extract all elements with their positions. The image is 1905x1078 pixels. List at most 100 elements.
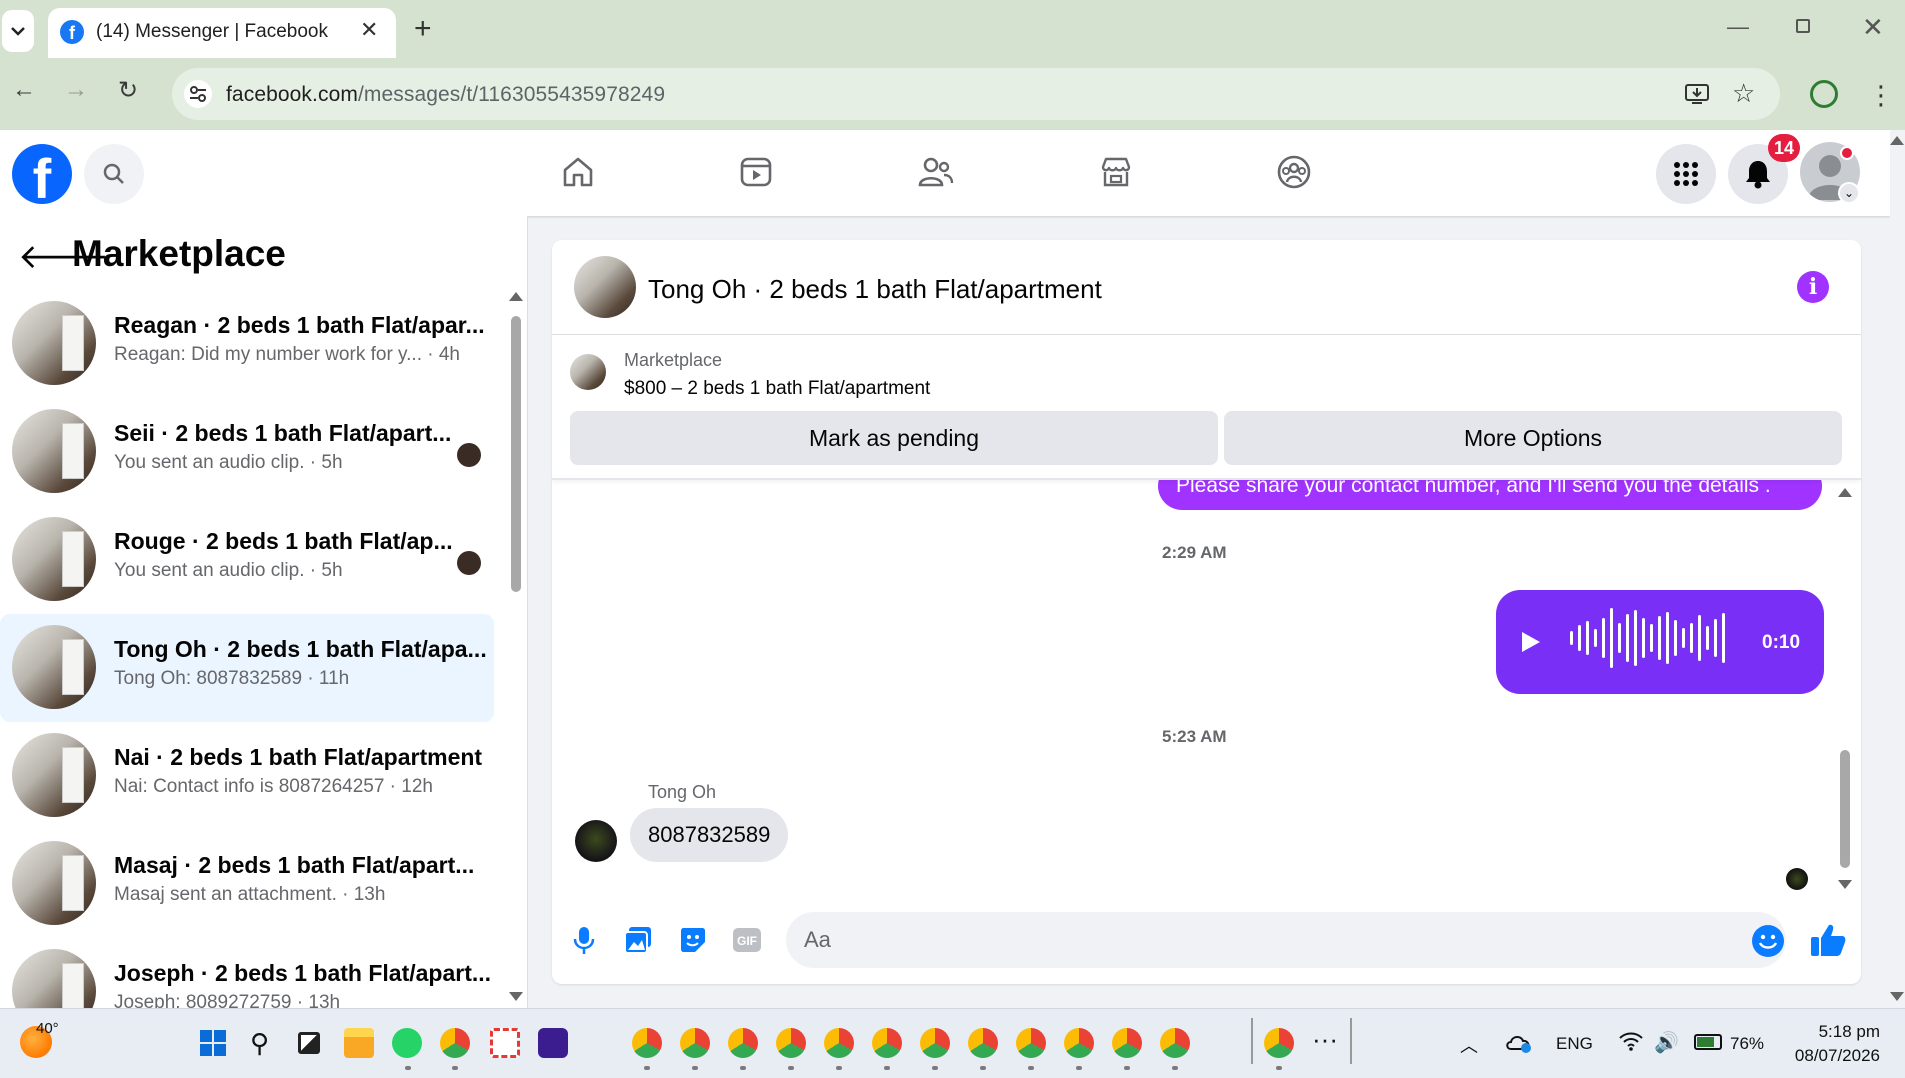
incoming-message-bubble[interactable]: 8087832589 [630,808,789,862]
forward-arrow-icon[interactable]: → [64,76,88,104]
audio-waveform[interactable] [1566,606,1736,670]
chrome-icon[interactable] [1064,1028,1094,1058]
conversation-item[interactable]: Tong Oh · 2 beds 1 bath Flat/apa... Tong … [0,614,494,722]
video-icon [740,157,772,187]
tray-overflow-chevron-icon[interactable]: ︿ [1460,1032,1478,1058]
whatsapp-icon[interactable] [392,1028,422,1058]
conversation-item[interactable]: Joseph · 2 beds 1 bath Flat/apart... Jose… [0,938,494,1008]
new-tab-button[interactable]: + [414,12,432,46]
chrome-icon[interactable] [440,1028,470,1058]
back-arrow-icon[interactable]: ← [12,76,36,104]
bookmark-star-icon[interactable]: ☆ [1732,78,1755,109]
facebook-search-button[interactable] [84,144,144,204]
window-minimize-button[interactable]: — [1727,14,1749,40]
groups-nav-button[interactable] [1274,152,1314,192]
waveform-bar [1626,614,1629,662]
tab-close-icon[interactable]: ✕ [360,17,378,43]
conversation-list-scroll-thumb[interactable] [511,316,521,592]
sticker-icon [681,928,705,952]
play-icon[interactable] [1522,632,1540,652]
conversation-item[interactable]: Masaj · 2 beds 1 bath Flat/apart... Masaj… [0,830,494,938]
thumbs-up-icon[interactable] [1808,920,1848,960]
browser-profile-icon[interactable] [1810,80,1838,108]
account-chevron-down-icon[interactable]: ⌄ [1838,182,1860,204]
onedrive-cloud-icon[interactable] [1504,1030,1534,1054]
messages-scroll-down-icon[interactable] [1838,880,1852,889]
emoji-icon[interactable] [1752,925,1784,957]
page-scrollbar[interactable] [1890,130,1905,1008]
more-apps-icon[interactable]: ··· [1312,1024,1338,1055]
chrome-icon[interactable] [968,1028,998,1058]
menu-grid-button[interactable] [1656,144,1716,204]
chrome-icon[interactable] [776,1028,806,1058]
chrome-icon[interactable] [680,1028,710,1058]
task-view-icon[interactable] [298,1032,320,1054]
page-scroll-up-icon[interactable] [1890,136,1904,145]
messages-scroll-up-icon[interactable] [1838,488,1852,497]
list-scroll-up-icon[interactable] [509,292,523,301]
clock-time[interactable]: 5:18 pm [1808,1022,1880,1042]
sender-avatar[interactable] [575,820,617,862]
conversation-item[interactable]: Nai · 2 beds 1 bath Flat/apartment Nai: C… [0,722,494,830]
chrome-icon[interactable] [920,1028,950,1058]
chrome-icon[interactable] [1160,1028,1190,1058]
search-icon [103,163,124,184]
listing-title[interactable]: $800 – 2 beds 1 bath Flat/apartment [624,378,930,400]
conversation-item[interactable]: Rouge · 2 beds 1 bath Flat/ap... You sent… [0,506,494,614]
waveform-bar [1674,620,1677,656]
svg-text:GIF: GIF [737,934,757,948]
page-scroll-down-icon[interactable] [1890,992,1904,1001]
window-restore-button[interactable] [1796,19,1810,33]
windows-start-icon[interactable] [200,1030,226,1056]
account-alert-dot [1840,146,1854,160]
chat-title[interactable]: Tong Oh · 2 beds 1 bath Flat/apartment [648,274,1102,305]
snipping-tool-icon[interactable] [490,1028,520,1058]
marketplace-nav-button[interactable] [1096,152,1136,192]
mark-as-pending-button[interactable]: Mark as pending [570,411,1218,465]
waveform-bar [1586,621,1589,655]
message-input[interactable] [786,912,1786,968]
install-app-icon[interactable] [1684,82,1710,106]
input-language[interactable]: ENG [1556,1034,1593,1054]
running-indicator [836,1066,842,1070]
url-path: /messages/t/1163055435978249 [357,83,666,106]
file-explorer-icon[interactable] [344,1028,374,1058]
listing-thumbnail[interactable] [570,354,606,390]
attach-photo-button[interactable] [622,924,654,956]
chat-listing-avatar[interactable] [574,256,636,318]
chrome-icon[interactable] [632,1028,662,1058]
conversation-info-icon[interactable]: i [1797,271,1829,303]
browser-menu-icon[interactable]: ⋮ [1868,80,1894,111]
reload-icon[interactable]: ↻ [118,76,138,105]
messages-scroll-thumb[interactable] [1840,750,1850,868]
friends-nav-button[interactable] [916,152,956,192]
chrome-icon[interactable] [1264,1028,1294,1058]
running-indicator [405,1066,411,1070]
voice-clip-button[interactable] [568,924,600,956]
chrome-icon[interactable] [1112,1028,1142,1058]
chrome-icon[interactable] [872,1028,902,1058]
facebook-logo-icon[interactable]: f [12,144,72,204]
video-nav-button[interactable] [736,152,776,192]
list-scroll-down-icon[interactable] [509,992,523,1001]
home-nav-button[interactable] [558,152,598,192]
chrome-icon[interactable] [824,1028,854,1058]
volume-icon[interactable]: 🔊 [1654,1030,1679,1055]
conversation-item[interactable]: Seii · 2 beds 1 bath Flat/apart... You se… [0,398,494,506]
url-text[interactable]: facebook.com/messages/t/1163055435978249 [226,83,665,107]
waveform-bar [1650,624,1653,652]
chrome-icon[interactable] [728,1028,758,1058]
seen-receipt-avatar [457,443,481,467]
clock-date[interactable]: 08/07/2026 [1786,1046,1880,1066]
tab-search-dropdown-button[interactable] [2,10,34,52]
gif-button[interactable]: GIF [731,924,763,956]
conversation-item[interactable]: Reagan · 2 beds 1 bath Flat/apar... Reaga… [0,290,494,398]
site-info-icon[interactable] [184,80,212,108]
window-close-button[interactable]: ✕ [1862,12,1884,43]
more-options-button[interactable]: More Options [1224,411,1842,465]
chrome-icon[interactable] [1016,1028,1046,1058]
taskbar-search-icon[interactable]: ⚲ [250,1028,269,1059]
app-icon[interactable] [538,1028,568,1058]
sticker-button[interactable] [677,924,709,956]
wifi-icon[interactable] [1618,1030,1644,1058]
